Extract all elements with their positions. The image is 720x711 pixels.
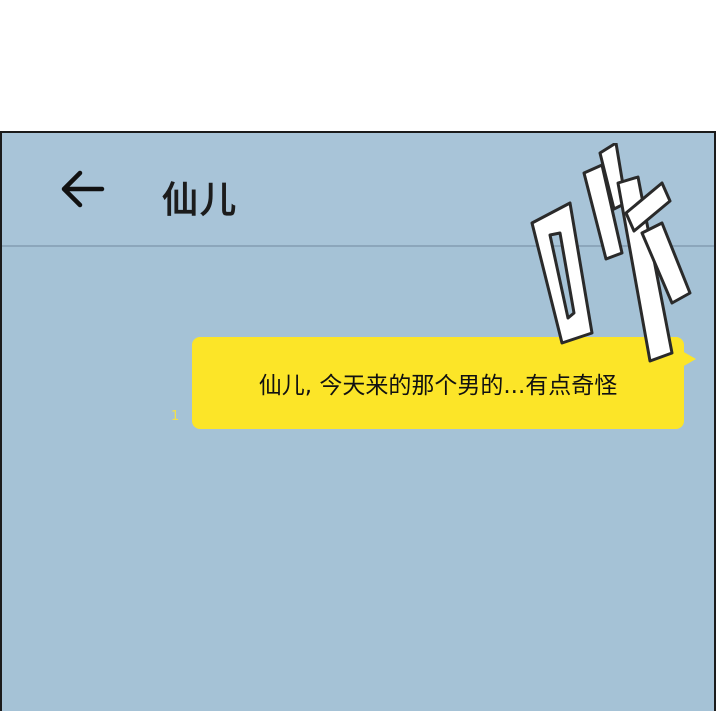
arrow-left-icon bbox=[61, 170, 105, 208]
back-button[interactable] bbox=[52, 161, 112, 217]
unread-count: 1 bbox=[171, 409, 180, 424]
chat-screen: 仙儿 1 仙儿, 今天来的那个男的...有点奇怪 bbox=[0, 131, 716, 711]
sound-effect-graphic bbox=[530, 143, 692, 363]
chat-title: 仙儿 bbox=[162, 180, 239, 221]
